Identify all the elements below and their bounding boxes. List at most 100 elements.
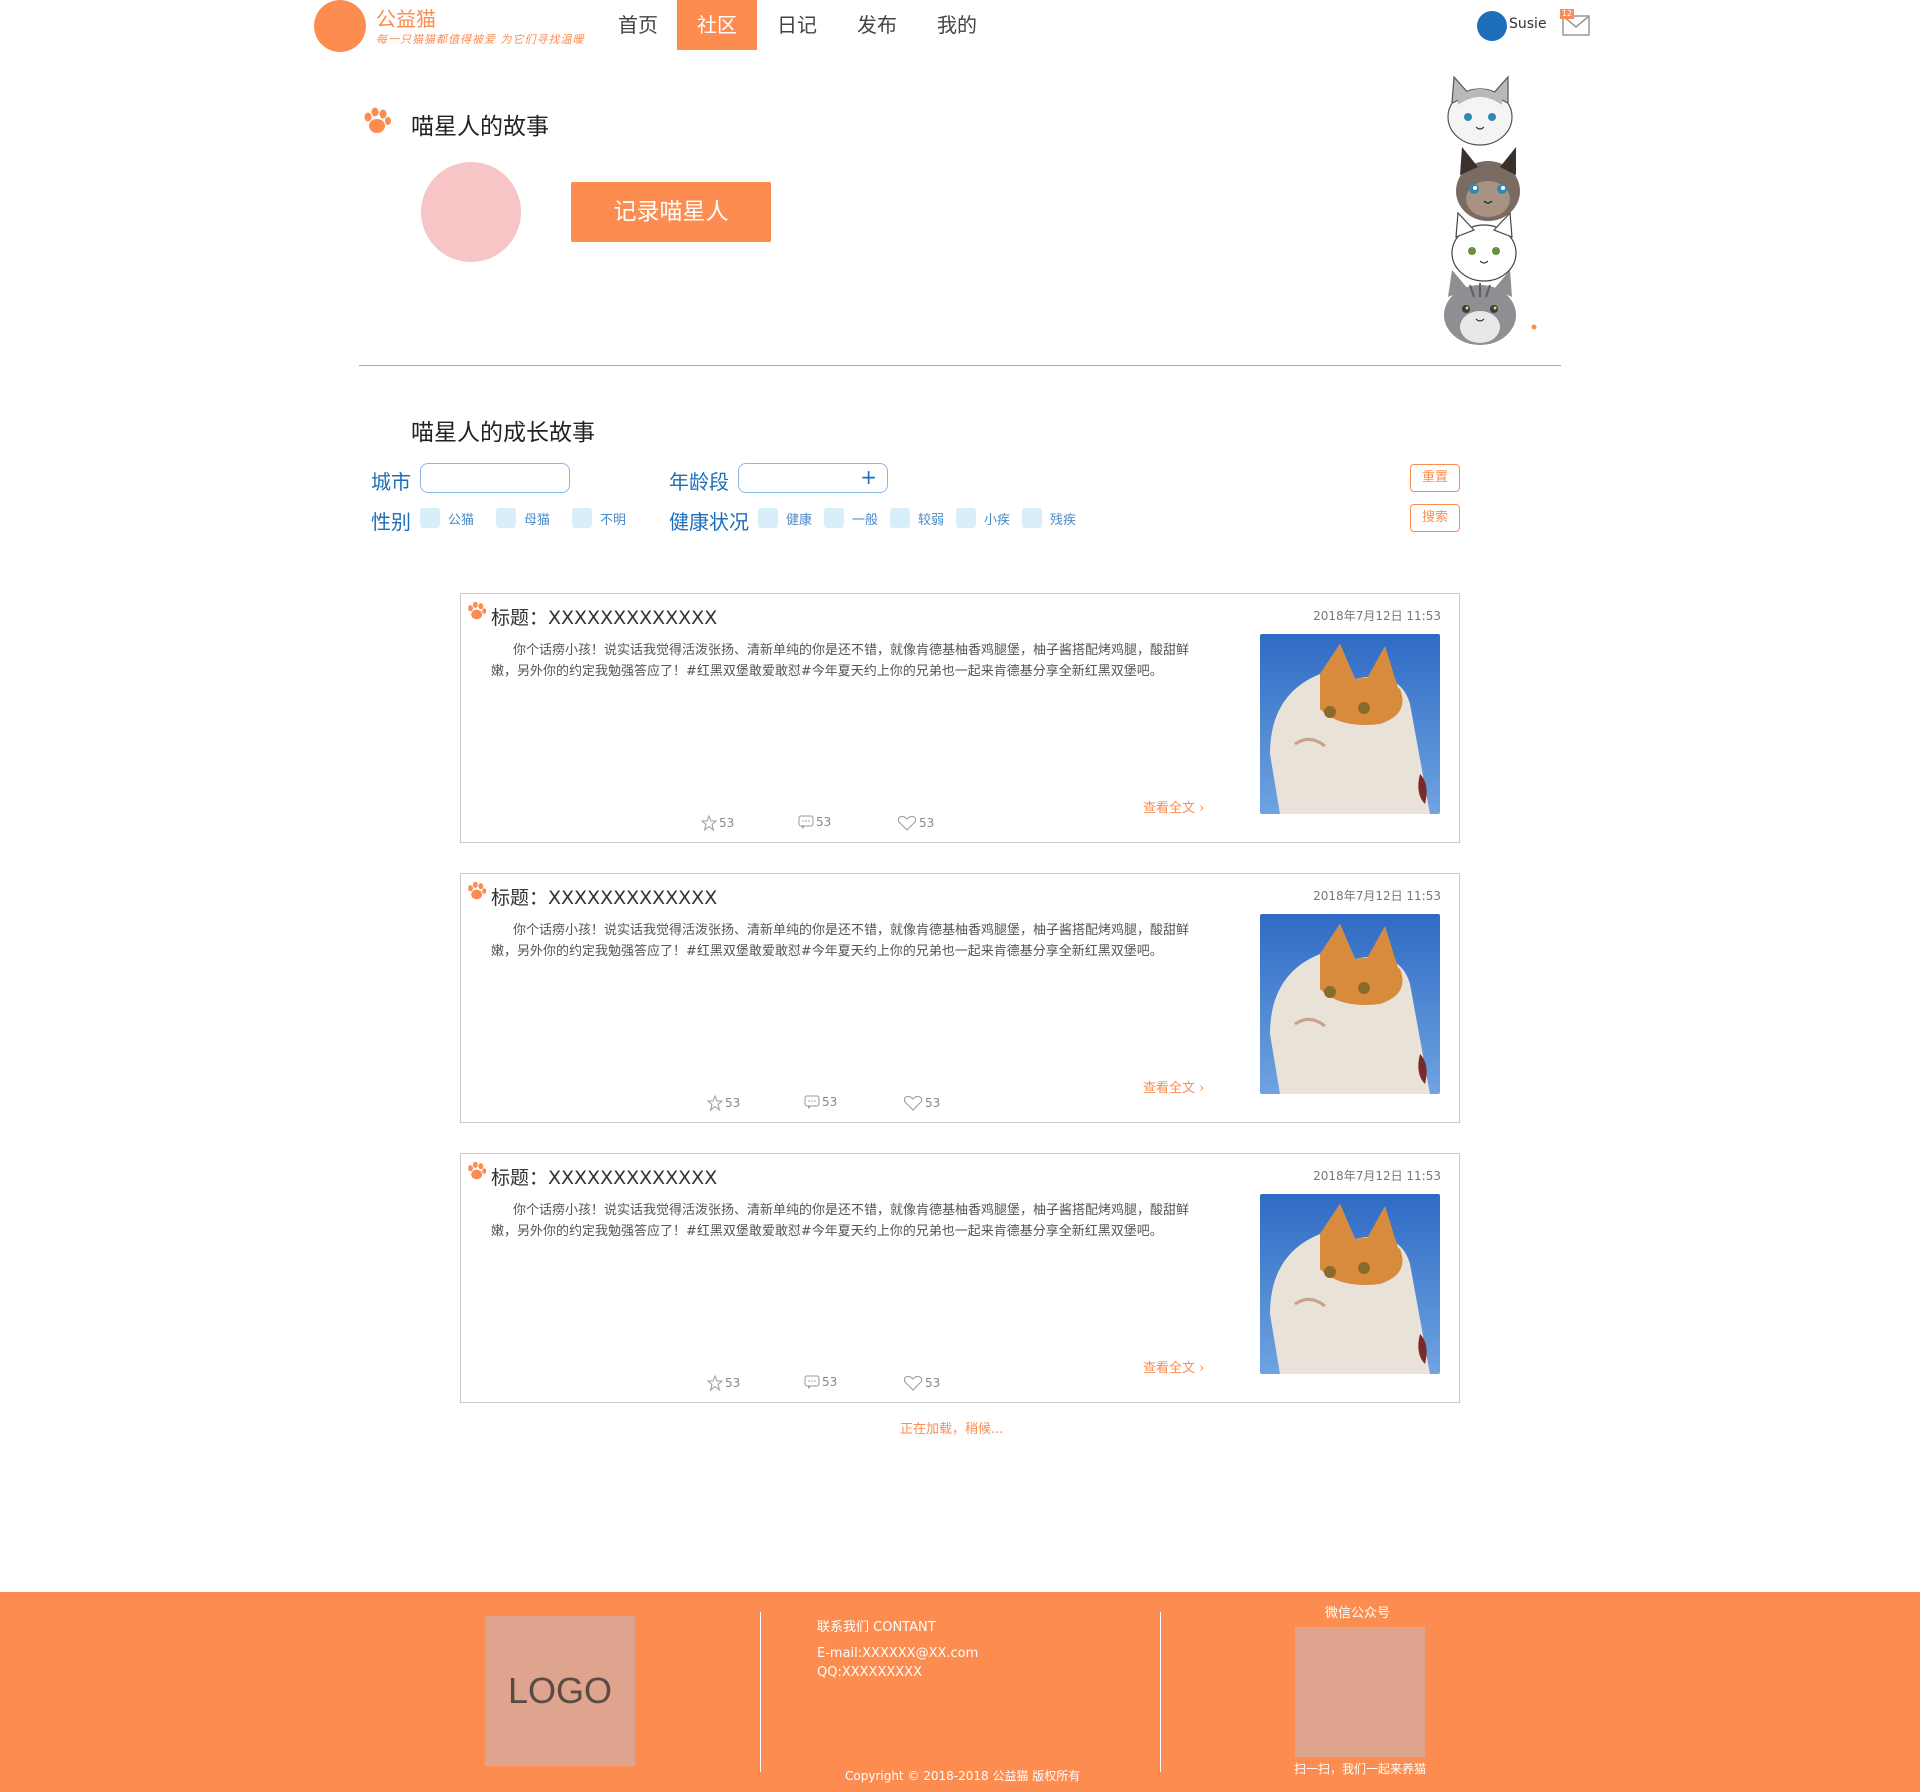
contact-qq: QQ:XXXXXXXXX — [817, 1665, 922, 1680]
gender-male-checkbox[interactable] — [420, 508, 440, 528]
age-label: 年龄段 — [669, 470, 729, 494]
comment-stat[interactable]: 53 — [798, 815, 831, 829]
footer-divider — [760, 1612, 761, 1772]
post-card[interactable]: 标题：XXXXXXXXXXXXX 2018年7月12日 11:53 你个话痨小孩！说… — [460, 593, 1460, 843]
paw-icon — [468, 881, 487, 900]
footer-logo: LOGO — [485, 1616, 635, 1766]
nav-mine[interactable]: 我的 — [917, 0, 997, 50]
post-body: 你个话痨小孩！说实话我觉得活泼张扬、清新单纯的你是还不错，就像肯德基柚香鸡腿堡，… — [491, 643, 1190, 679]
record-cat-button[interactable]: 记录喵星人 — [571, 182, 771, 242]
comment-count: 53 — [822, 1095, 838, 1109]
post-title[interactable]: 标题：XXXXXXXXXXXXX — [491, 883, 717, 910]
user-name[interactable]: Susie — [1509, 16, 1547, 32]
chevron-right-icon: › — [1199, 1361, 1205, 1376]
favorite-stat[interactable]: 53 — [707, 1375, 740, 1391]
health-healthy-checkbox[interactable] — [758, 508, 778, 528]
read-more-label[interactable]: 查看全文 — [1143, 801, 1195, 816]
post-title[interactable]: 标题：XXXXXXXXXXXXX — [491, 1163, 717, 1190]
cat-photo[interactable] — [1260, 1194, 1440, 1374]
site-logo[interactable] — [314, 0, 366, 52]
favorite-stat[interactable]: 53 — [701, 815, 734, 831]
like-stat[interactable]: 53 — [903, 1375, 940, 1391]
like-icon[interactable] — [903, 1095, 923, 1111]
like-icon[interactable] — [897, 815, 917, 831]
post-date: 2018年7月12日 11:53 — [1313, 889, 1441, 903]
post-date: 2018年7月12日 11:53 — [1313, 1169, 1441, 1183]
search-button[interactable]: 搜索 — [1410, 504, 1460, 532]
wechat-qr-code — [1295, 1627, 1425, 1757]
like-stat[interactable]: 53 — [903, 1095, 940, 1111]
paw-icon — [468, 1161, 487, 1180]
growth-section-title: 喵星人的成长故事 — [411, 420, 595, 446]
health-minor-illness-checkbox[interactable] — [956, 508, 976, 528]
brand-tagline: 每一只猫猫都值得被爱 为它们寻找温暖 — [376, 33, 585, 46]
favorite-stat[interactable]: 53 — [707, 1095, 740, 1111]
gender-female-label[interactable]: 母猫 — [524, 509, 550, 528]
gender-label: 性别 — [371, 510, 411, 534]
health-minor-illness-label[interactable]: 小疾 — [984, 509, 1010, 528]
gender-unknown-checkbox[interactable] — [572, 508, 592, 528]
paw-icon — [468, 601, 487, 620]
post-body: 你个话痨小孩！说实话我觉得活泼张扬、清新单纯的你是还不错，就像肯德基柚香鸡腿堡，… — [491, 1203, 1190, 1239]
age-range-select[interactable]: + — [738, 463, 888, 493]
chevron-right-icon: › — [1199, 801, 1205, 816]
health-normal-checkbox[interactable] — [824, 508, 844, 528]
cat-avatar-placeholder — [421, 162, 521, 262]
health-disabled-label[interactable]: 残疾 — [1050, 509, 1076, 528]
gender-male-label[interactable]: 公猫 — [448, 509, 474, 528]
cat-photo[interactable] — [1260, 634, 1440, 814]
post-title[interactable]: 标题：XXXXXXXXXXXXX — [491, 603, 717, 630]
like-count: 53 — [919, 816, 935, 830]
qr-caption: 扫一扫，我们一起来养猫 — [1294, 1762, 1427, 1776]
section-divider — [359, 365, 1561, 366]
favorite-icon[interactable] — [707, 1375, 723, 1391]
gender-female-checkbox[interactable] — [496, 508, 516, 528]
story-section-title: 喵星人的故事 — [411, 114, 549, 140]
health-weak-checkbox[interactable] — [890, 508, 910, 528]
read-more-link[interactable]: 查看全文 › — [1143, 797, 1204, 816]
nav-diary[interactable]: 日记 — [757, 0, 837, 50]
loading-text: 正在加载，稍候... — [900, 1422, 1004, 1437]
favorite-icon[interactable] — [707, 1095, 723, 1111]
post-card[interactable]: 标题：XXXXXXXXXXXXX 2018年7月12日 11:53 你个话痨小孩！说… — [460, 873, 1460, 1123]
reset-button[interactable]: 重置 — [1410, 464, 1460, 492]
city-label: 城市 — [371, 470, 411, 494]
favorite-count: 53 — [725, 1096, 741, 1110]
nav-publish[interactable]: 发布 — [837, 0, 917, 50]
footer — [0, 1592, 1920, 1792]
brand-name[interactable]: 公益猫 — [376, 3, 436, 32]
wechat-title: 微信公众号 — [1325, 1606, 1391, 1621]
user-avatar[interactable] — [1477, 11, 1507, 41]
comment-icon[interactable] — [804, 1375, 820, 1389]
footer-divider — [1160, 1612, 1161, 1772]
comment-icon[interactable] — [798, 815, 814, 829]
cat-photo[interactable] — [1260, 914, 1440, 1094]
favorite-icon[interactable] — [701, 815, 717, 831]
comment-stat[interactable]: 53 — [804, 1375, 837, 1389]
like-icon[interactable] — [903, 1375, 923, 1391]
comment-stat[interactable]: 53 — [804, 1095, 837, 1109]
age-plus-icon[interactable]: + — [860, 465, 877, 489]
read-more-link[interactable]: 查看全文 › — [1143, 1357, 1204, 1376]
read-more-label[interactable]: 查看全文 — [1143, 1361, 1195, 1376]
like-count: 53 — [925, 1096, 941, 1110]
like-count: 53 — [925, 1376, 941, 1390]
health-weak-label[interactable]: 较弱 — [918, 509, 944, 528]
read-more-link[interactable]: 查看全文 › — [1143, 1077, 1204, 1096]
paw-icon — [364, 107, 391, 133]
copyright: Copyright © 2018-2018 公益猫 版权所有 — [845, 1769, 1081, 1783]
favorite-count: 53 — [725, 1376, 741, 1390]
gender-unknown-label[interactable]: 不明 — [600, 509, 626, 528]
comment-icon[interactable] — [804, 1095, 820, 1109]
nav-home[interactable]: 首页 — [598, 0, 678, 50]
city-input[interactable] — [420, 463, 570, 493]
health-normal-label[interactable]: 一般 — [852, 509, 878, 528]
health-disabled-checkbox[interactable] — [1022, 508, 1042, 528]
post-card[interactable]: 标题：XXXXXXXXXXXXX 2018年7月12日 11:53 你个话痨小孩！说… — [460, 1153, 1460, 1403]
contact-email[interactable]: E-mail:XXXXXX@XX.com — [817, 1646, 978, 1661]
health-healthy-label[interactable]: 健康 — [786, 509, 812, 528]
like-stat[interactable]: 53 — [897, 815, 934, 831]
nav-community[interactable]: 社区 — [677, 0, 757, 50]
read-more-label[interactable]: 查看全文 — [1143, 1081, 1195, 1096]
comment-count: 53 — [822, 1375, 838, 1389]
